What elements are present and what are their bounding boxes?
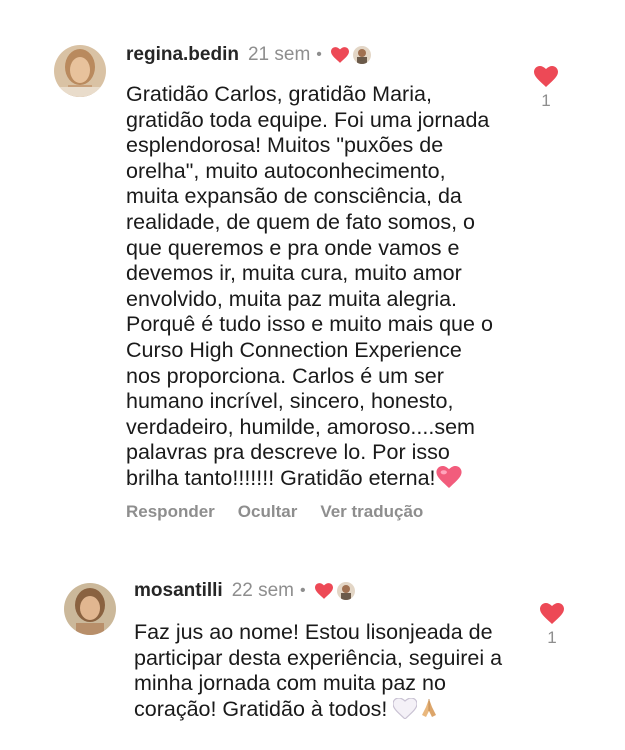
comment-header: regina.bedin 21 sem •: [126, 44, 371, 66]
like-count: 1: [541, 91, 551, 110]
timestamp: 21 sem: [247, 44, 311, 65]
reply-button[interactable]: Responder: [126, 502, 215, 522]
avatar-mosantilli[interactable]: [64, 583, 116, 635]
comment-text: Faz jus ao nome! Estou lisonjeada de par…: [134, 620, 534, 725]
comments-screen: { "comments": [ { "username": "regina.be…: [0, 0, 625, 750]
heart-icon[interactable]: [534, 66, 558, 87]
comment-header: mosantilli 22 sem •: [134, 580, 355, 602]
comment-text: Gratidão Carlos, gratidão Maria, gratidã…: [126, 82, 526, 495]
username[interactable]: mosantilli: [134, 580, 223, 602]
creator-avatar-icon: [336, 582, 355, 600]
pink-heart-emoji: [435, 465, 462, 495]
like-count: 1: [547, 628, 557, 647]
comment-actions: Responder Ocultar Ver tradução: [126, 502, 446, 522]
separator-dot: •: [316, 46, 322, 63]
heart-icon[interactable]: [540, 603, 564, 624]
timestamp: 22 sem: [231, 580, 294, 601]
white-heart-emoji: [392, 697, 418, 726]
creator-avatar-icon: [352, 46, 371, 64]
creator-liked-heart-icon: [314, 583, 333, 599]
creator-liked-heart-icon: [330, 47, 349, 63]
separator-dot: •: [300, 582, 306, 599]
see-translation-button[interactable]: Ver tradução: [320, 502, 423, 522]
like-button[interactable]: 1: [526, 66, 566, 111]
hide-button[interactable]: Ocultar: [238, 502, 298, 522]
like-button[interactable]: 1: [532, 603, 572, 648]
username[interactable]: regina.bedin: [126, 44, 239, 66]
praying-hands-emoji: [417, 697, 441, 726]
avatar-regina-bedin[interactable]: [54, 45, 106, 97]
